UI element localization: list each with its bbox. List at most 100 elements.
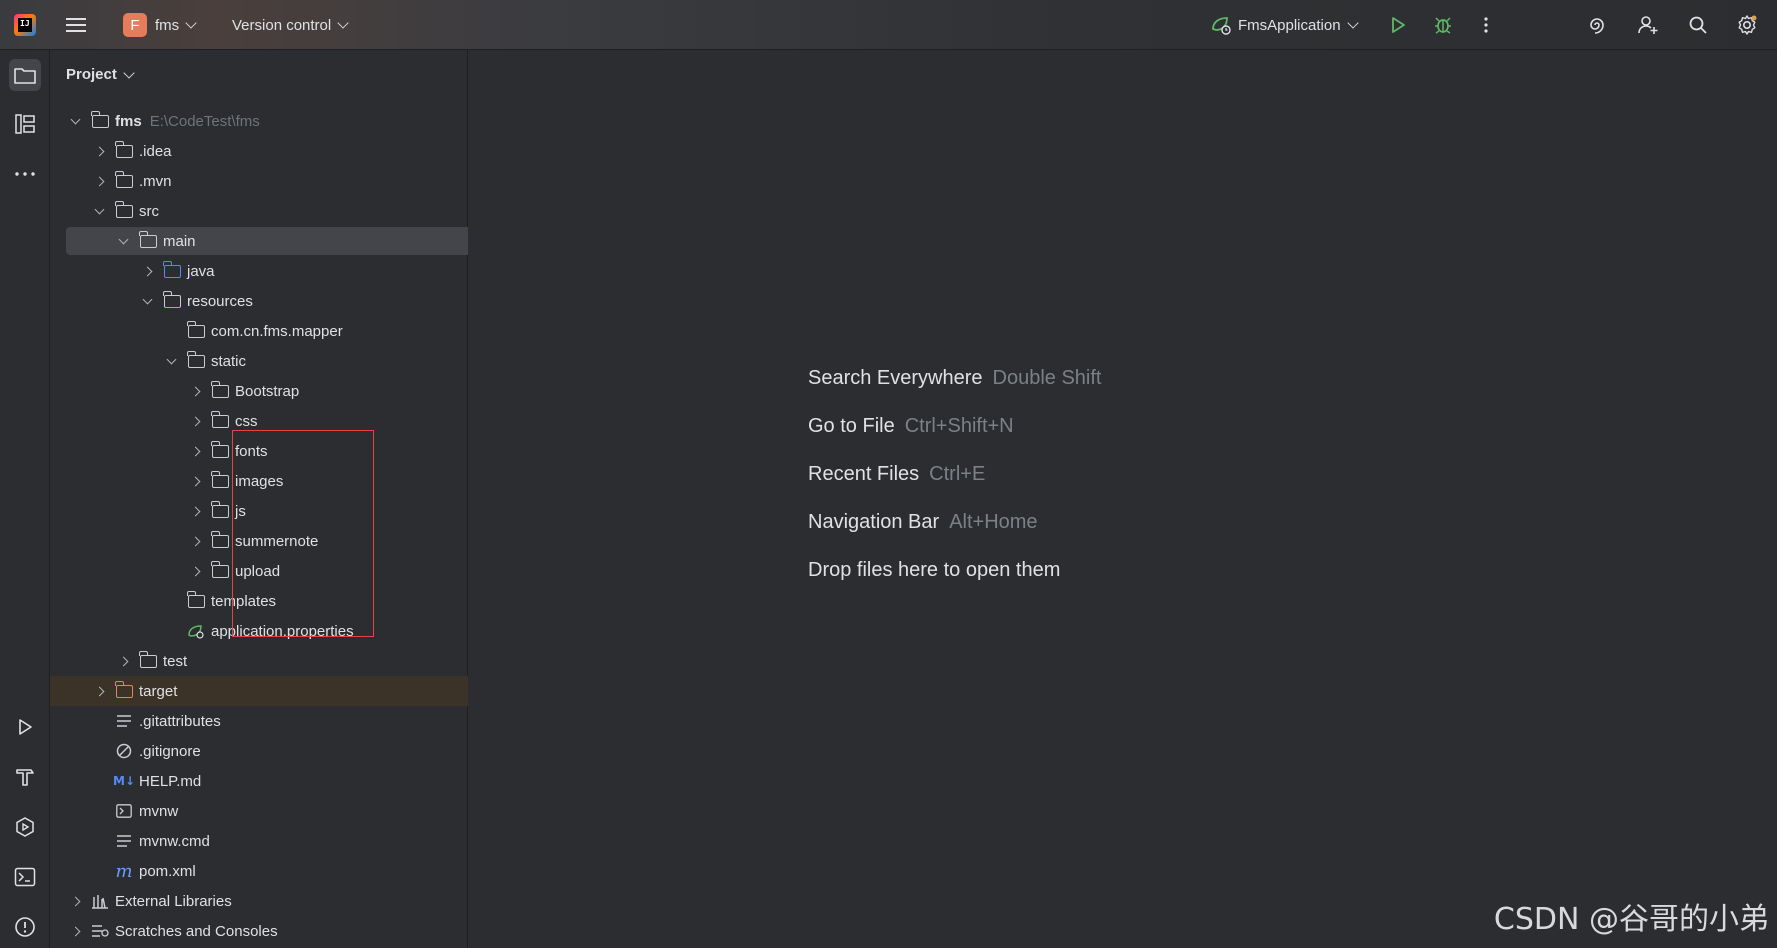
- spring-properties-icon: [187, 623, 205, 639]
- tree-item-label: mvnw: [139, 802, 179, 820]
- collapse-arrow-icon[interactable]: [139, 263, 155, 279]
- expand-arrow-icon[interactable]: [67, 113, 83, 129]
- maven-icon: m: [115, 860, 133, 882]
- tree-item-label: Scratches and Consoles: [115, 922, 278, 940]
- run-configuration-selector[interactable]: FmsApplication: [1210, 0, 1359, 50]
- tree-item-pom-xml[interactable]: m pom.xml: [50, 856, 524, 886]
- ai-assistant-button[interactable]: [1585, 13, 1609, 37]
- hint-action: Navigation Bar: [808, 511, 940, 533]
- hint-shortcut: Ctrl+E: [929, 463, 986, 485]
- tree-item-main[interactable]: main: [50, 226, 532, 256]
- hint-recent-files: Recent Files Ctrl+E: [808, 463, 985, 486]
- tree-item-mvnw[interactable]: mvnw: [50, 796, 524, 826]
- play-outline-icon: [19, 719, 32, 735]
- tree-item-label: External Libraries: [115, 892, 232, 910]
- tree-item-test[interactable]: test: [50, 646, 532, 676]
- tree-item-label: js: [235, 502, 246, 520]
- terminal-tool-button[interactable]: [9, 861, 41, 893]
- more-horizontal-icon: [15, 172, 35, 176]
- search-button[interactable]: [1686, 13, 1710, 37]
- collapse-arrow-icon[interactable]: [187, 533, 203, 549]
- tree-item-label: resources: [187, 292, 253, 310]
- tree-item-mvn[interactable]: .mvn: [50, 166, 508, 196]
- project-selector[interactable]: F fms: [123, 0, 197, 50]
- tree-item-label: .mvn: [139, 172, 172, 190]
- tree-item-gitattributes[interactable]: .gitattributes: [50, 706, 524, 736]
- project-view-selector[interactable]: Project: [66, 66, 135, 83]
- more-tools-button[interactable]: [9, 158, 41, 190]
- tree-item-label: mvnw.cmd: [139, 832, 210, 850]
- folder-icon: [211, 500, 229, 519]
- tree-item-label: target: [139, 682, 178, 700]
- code-with-me-button[interactable]: [1636, 13, 1660, 37]
- tree-item-external-libraries[interactable]: External Libraries: [50, 886, 484, 916]
- tree-item-label: .gitattributes: [139, 712, 221, 730]
- folder-icon: [211, 530, 229, 549]
- collapse-arrow-icon[interactable]: [67, 923, 83, 939]
- tree-item-label: main: [163, 232, 196, 250]
- run-button[interactable]: [1386, 13, 1410, 37]
- tree-item-label: pom.xml: [139, 862, 196, 880]
- folder-icon: [211, 560, 229, 579]
- collapse-arrow-icon[interactable]: [187, 383, 203, 399]
- hint-navigation-bar: Navigation Bar Alt+Home: [808, 511, 1038, 534]
- tree-item-fms[interactable]: fms E:\CodeTest\fms: [50, 106, 484, 136]
- problems-tool-button[interactable]: [9, 911, 41, 943]
- tree-item-label: upload: [235, 562, 281, 580]
- hint-action: Go to File: [808, 415, 895, 437]
- resources-folder-icon: [163, 290, 181, 309]
- tree-item-src[interactable]: src: [50, 196, 508, 226]
- intellij-logo-icon[interactable]: IJ: [14, 14, 36, 36]
- expand-arrow-icon[interactable]: [115, 233, 131, 249]
- tree-item-label: .gitignore: [139, 742, 201, 760]
- run-tool-button[interactable]: [9, 711, 41, 743]
- tree-item-label: Bootstrap: [235, 382, 300, 400]
- editor-area[interactable]: Search Everywhere Double Shift Go to File…: [468, 50, 1777, 948]
- spiral-icon: [1590, 18, 1604, 34]
- tree-item-label: css: [235, 412, 258, 430]
- tree-item-idea[interactable]: .idea: [50, 136, 508, 166]
- collapse-arrow-icon[interactable]: [115, 653, 131, 669]
- collapse-arrow-icon[interactable]: [187, 563, 203, 579]
- expand-arrow-icon[interactable]: [139, 293, 155, 309]
- main-menu-button[interactable]: [66, 0, 90, 50]
- collapse-arrow-icon[interactable]: [187, 443, 203, 459]
- chevron-down-icon: [337, 17, 349, 29]
- services-tool-button[interactable]: [9, 811, 41, 843]
- hint-action: Search Everywhere: [808, 367, 983, 389]
- tree-item-scratches[interactable]: Scratches and Consoles: [50, 916, 484, 946]
- expand-arrow-icon[interactable]: [91, 203, 107, 219]
- debug-button[interactable]: [1431, 13, 1455, 37]
- tree-item-mvnw-cmd[interactable]: mvnw.cmd: [50, 826, 524, 856]
- more-actions-button[interactable]: [1474, 13, 1498, 37]
- collapse-arrow-icon[interactable]: [187, 413, 203, 429]
- collapse-arrow-icon[interactable]: [91, 173, 107, 189]
- expand-arrow-icon[interactable]: [163, 353, 179, 369]
- collapse-arrow-icon[interactable]: [187, 473, 203, 489]
- collapse-arrow-icon[interactable]: [91, 683, 107, 699]
- build-tool-button[interactable]: [9, 761, 41, 793]
- project-tool-button[interactable]: [9, 59, 41, 91]
- library-icon: [91, 893, 109, 909]
- shell-script-icon: [115, 803, 133, 819]
- version-control-menu[interactable]: Version control: [232, 0, 349, 50]
- settings-button[interactable]: [1735, 13, 1759, 37]
- structure-tool-button[interactable]: [9, 108, 41, 140]
- hint-shortcut: Alt+Home: [949, 511, 1038, 533]
- collapse-arrow-icon[interactable]: [91, 143, 107, 159]
- folder-icon: [115, 170, 133, 189]
- collapse-arrow-icon[interactable]: [187, 503, 203, 519]
- project-badge: F: [123, 13, 147, 37]
- tree-item-target[interactable]: target: [50, 676, 508, 706]
- project-tool-window: Project fms E:\CodeTest\fms .idea .mvn s…: [50, 50, 517, 948]
- hint-go-to-file: Go to File Ctrl+Shift+N: [808, 415, 1014, 438]
- tree-item-help-md[interactable]: M↓ HELP.md: [50, 766, 524, 796]
- folder-icon: [187, 350, 205, 369]
- run-config-name: FmsApplication: [1238, 16, 1341, 34]
- hint-action: Recent Files: [808, 463, 920, 485]
- collapse-arrow-icon[interactable]: [67, 893, 83, 909]
- chevron-down-icon: [185, 17, 197, 29]
- hint-shortcut: Ctrl+Shift+N: [904, 415, 1014, 437]
- folder-icon: [14, 68, 36, 84]
- tree-item-gitignore[interactable]: .gitignore: [50, 736, 524, 766]
